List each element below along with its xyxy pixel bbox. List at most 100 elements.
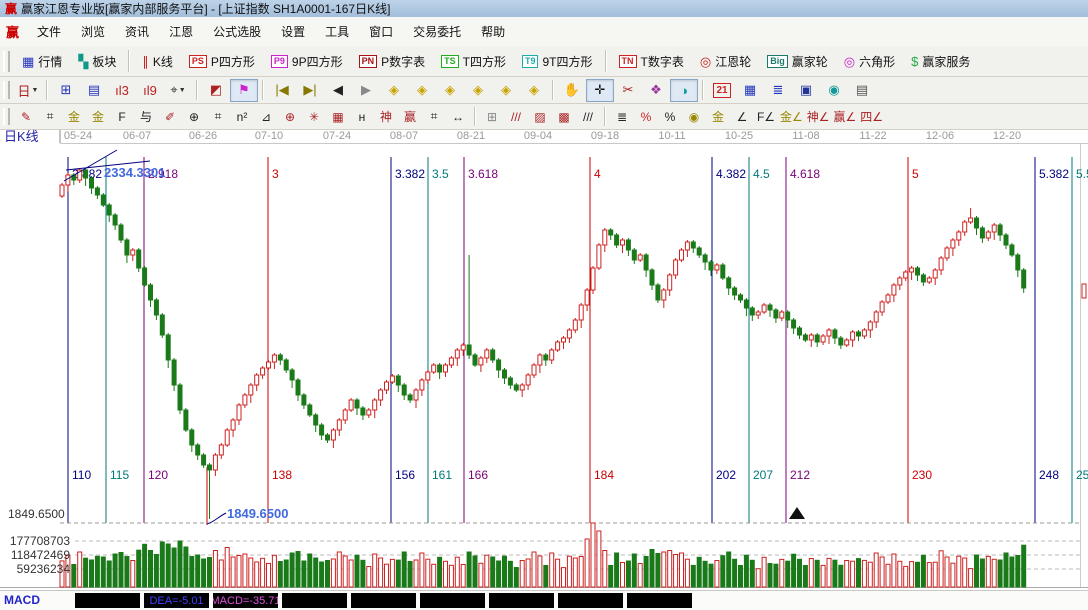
toolbar-button-sectors[interactable]: ▚板块 bbox=[70, 49, 124, 74]
toolbar-button-gann-wheel[interactable]: ◎江恩轮 bbox=[692, 49, 759, 74]
toolbar-grip[interactable] bbox=[3, 51, 10, 72]
draw-tool-hatch-box-tool[interactable]: ▨ bbox=[528, 106, 552, 127]
toolbar-button-angle-measure-tool[interactable]: ✂ bbox=[614, 79, 642, 102]
draw-tool-list-percent-tool[interactable]: ≣ bbox=[610, 106, 634, 127]
toolbar-button-t-number-table[interactable]: TNT数字表 bbox=[611, 49, 692, 74]
draw-tool-percent-tool[interactable]: % bbox=[658, 106, 682, 127]
toolbar-button-diamond-horizontal[interactable]: ◈ bbox=[408, 79, 436, 102]
toolbar-button-9p-square[interactable]: P99P四方形 bbox=[263, 49, 351, 74]
draw-tool-gold-circle-tool[interactable]: ◉ bbox=[682, 106, 706, 127]
draw-tool-angle-j-tool[interactable]: ∠ bbox=[730, 106, 754, 127]
draw-tool-gold-ruler-2[interactable]: 金 bbox=[86, 106, 110, 127]
toolbar-button-winner-service[interactable]: $赢家服务 bbox=[903, 49, 978, 74]
toolbar-button-diamond-all[interactable]: ◈ bbox=[520, 79, 548, 102]
draw-tool-parallel-lines-tool[interactable]: /// bbox=[576, 106, 600, 127]
draw-tool-f-ruler[interactable]: F bbox=[110, 106, 134, 127]
draw-tool-gold-line-tool[interactable]: 金 bbox=[706, 106, 730, 127]
marker-triangle[interactable] bbox=[789, 507, 805, 519]
toolbar-button-style-frame[interactable]: ◩ bbox=[202, 79, 230, 102]
volume-bar bbox=[267, 563, 271, 587]
draw-tool-compass-tool[interactable]: ⊕ bbox=[278, 106, 302, 127]
toolbar-button-step-back[interactable]: ◀ bbox=[324, 79, 352, 102]
toolbar-button-print[interactable]: ▤ bbox=[848, 79, 876, 102]
draw-tool-red-pen-tool[interactable]: ✐ bbox=[158, 106, 182, 127]
toolbar-button-t-square[interactable]: TST四方形 bbox=[433, 49, 514, 74]
toolbar-button-info-document[interactable]: ▤ bbox=[80, 79, 108, 102]
draw-tool-shen-ruler[interactable]: 神 bbox=[374, 106, 398, 127]
toolbar-button-first-page[interactable]: |◀ bbox=[268, 79, 296, 102]
toolbar-button-diamond-left[interactable]: ◈ bbox=[380, 79, 408, 102]
volume-bar bbox=[231, 557, 235, 587]
menu-trade-order[interactable]: 交易委托 bbox=[403, 20, 471, 43]
toolbar-button-crosshair-tool[interactable]: ✛ bbox=[586, 79, 614, 102]
draw-tool-grid-web-tool[interactable]: ▦ bbox=[326, 106, 350, 127]
toolbar-button-p-square[interactable]: PSP四方形 bbox=[181, 49, 263, 74]
toolbar-button-9t-square[interactable]: T99T四方形 bbox=[514, 49, 601, 74]
volume-bar bbox=[208, 558, 212, 588]
draw-tool-fan-lines-tool[interactable]: /// bbox=[504, 106, 528, 127]
menu-tools[interactable]: 工具 bbox=[315, 20, 359, 43]
draw-tool-clock-cycle-tool[interactable]: ⊕ bbox=[182, 106, 206, 127]
menu-gann[interactable]: 江恩 bbox=[159, 20, 203, 43]
draw-tool-n2-tool[interactable]: n² bbox=[230, 106, 254, 127]
toolbar-button-cycle-tool[interactable]: ◑ bbox=[670, 79, 698, 102]
draw-tool-web-tool[interactable]: ✳ bbox=[302, 106, 326, 127]
toolbar-grip[interactable] bbox=[3, 108, 10, 126]
draw-tool-dense-box-tool[interactable]: ▩ bbox=[552, 106, 576, 127]
menu-formula-stock-pick[interactable]: 公式选股 bbox=[203, 20, 271, 43]
draw-tool-angle-four-tool[interactable]: 四∠ bbox=[858, 106, 885, 127]
menu-window[interactable]: 窗口 bbox=[359, 20, 403, 43]
toolbar-button-gann-shape-tool[interactable]: ❖ bbox=[642, 79, 670, 102]
draw-tool-number-ruler-123[interactable]: ⌗ bbox=[422, 106, 446, 127]
toolbar-button-hexagon[interactable]: ◎六角形 bbox=[836, 49, 903, 74]
toolbar-button-bars-9[interactable]: ıl9 bbox=[136, 79, 164, 102]
toolbar-button-kline-style-dropdown[interactable]: 日▼ bbox=[14, 79, 42, 102]
draw-tool-angle-f-tool[interactable]: F∠ bbox=[754, 106, 778, 127]
toolbar-button-step-forward[interactable]: ▶ bbox=[352, 79, 380, 102]
toolbar-button-notebook[interactable]: ≣ bbox=[764, 79, 792, 102]
draw-tool-nine-ruler[interactable]: 与 bbox=[134, 106, 158, 127]
draw-tool-angle-line-tool[interactable]: ⊿ bbox=[254, 106, 278, 127]
draw-tool-ying-ruler[interactable]: 赢 bbox=[398, 106, 422, 127]
title-bar[interactable]: 赢 赢家江恩专业版[赢家内部服务平台] - [上证指数 SH1A0001-167… bbox=[0, 0, 1088, 17]
draw-tool-angle-gold-tool[interactable]: 金∠ bbox=[778, 106, 805, 127]
toolbar-button-winner-wheel[interactable]: Big赢家轮 bbox=[759, 49, 836, 74]
candle-body bbox=[851, 332, 855, 340]
toolbar-button-diamond-out[interactable]: ◈ bbox=[492, 79, 520, 102]
menu-file[interactable]: 文件 bbox=[27, 20, 71, 43]
toolbar-button-chart-network[interactable]: ⊞ bbox=[52, 79, 80, 102]
toolbar-button-save[interactable]: ▣ bbox=[792, 79, 820, 102]
volume-bar bbox=[113, 554, 117, 587]
draw-tool-gold-ruler-1[interactable]: 金 bbox=[62, 106, 86, 127]
toolbar-button-hand-tool[interactable]: ✋ bbox=[558, 79, 586, 102]
draw-tool-percent-red-tool[interactable]: % bbox=[634, 106, 658, 127]
menu-help[interactable]: 帮助 bbox=[471, 20, 515, 43]
menu-browse[interactable]: 浏览 bbox=[71, 20, 115, 43]
toolbar-button-diamond-vertical[interactable]: ◈ bbox=[436, 79, 464, 102]
draw-tool-frame-select-tool[interactable]: ⊞ bbox=[480, 106, 504, 127]
toolbar-button-kline[interactable]: ∥K线 bbox=[134, 49, 181, 74]
draw-tool-hash-ruler[interactable]: ⌗ bbox=[206, 106, 230, 127]
toolbar-button-bars-3[interactable]: ıl3 bbox=[108, 79, 136, 102]
toolbar-button-calculator[interactable]: ▦ bbox=[736, 79, 764, 102]
draw-tool-ruler-tool[interactable]: ⌗ bbox=[38, 106, 62, 127]
toolbar-button-quotes[interactable]: ▦行情 bbox=[14, 49, 70, 74]
toolbar-grip[interactable] bbox=[3, 81, 10, 99]
draw-tool-angle-shen-tool[interactable]: 神∠ bbox=[805, 106, 832, 127]
toolbar-button-diamond-in[interactable]: ◈ bbox=[464, 79, 492, 102]
draw-tool-pen-tool[interactable]: ✎ bbox=[14, 106, 38, 127]
toolbar-button-web-save[interactable]: ◉ bbox=[820, 79, 848, 102]
toolbar-button-pin-dropdown[interactable]: ⌖▼ bbox=[164, 79, 192, 102]
volume-bar bbox=[951, 563, 955, 587]
gold-line-tool-icon: 金 bbox=[712, 108, 724, 125]
draw-tool-width-measure[interactable]: ↔ bbox=[446, 106, 470, 127]
draw-tool-k-mark-tool[interactable]: ʜ bbox=[350, 106, 374, 127]
toolbar-button-p-number-table[interactable]: PNP数字表 bbox=[351, 49, 434, 74]
toolbar-button-calendar-21[interactable]: 21 bbox=[708, 79, 736, 102]
toolbar-button-color-flag[interactable]: ⚑ bbox=[230, 79, 258, 102]
draw-tool-angle-ying-tool[interactable]: 赢∠ bbox=[832, 106, 859, 127]
menu-settings[interactable]: 设置 bbox=[271, 20, 315, 43]
kline-chart-canvas[interactable]: 日K线 2.8821101152.91812031383.3821563.516… bbox=[0, 129, 1088, 590]
menu-news[interactable]: 资讯 bbox=[115, 20, 159, 43]
toolbar-button-last-page[interactable]: ▶| bbox=[296, 79, 324, 102]
